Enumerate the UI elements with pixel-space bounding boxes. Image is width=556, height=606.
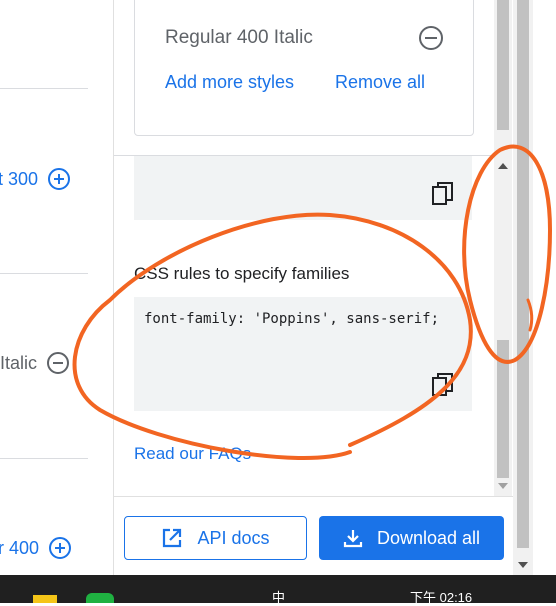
style-row-label: r 400 <box>0 537 40 558</box>
style-row-label: Italic <box>0 352 38 373</box>
scrollbar-thumb[interactable] <box>497 0 509 130</box>
scrollbar-thumb[interactable] <box>517 0 529 548</box>
download-all-button[interactable]: Download all <box>319 516 504 560</box>
clock[interactable]: 下午 02:16 <box>410 587 472 606</box>
copy-icon[interactable] <box>432 373 454 397</box>
add-circle-icon[interactable] <box>48 168 71 190</box>
scroll-down-arrow-icon[interactable] <box>498 483 508 489</box>
open-external-icon <box>163 528 182 548</box>
remove-all-button[interactable]: Remove all <box>335 72 425 93</box>
embed-code-box <box>134 156 472 220</box>
line-app-icon[interactable] <box>86 593 114 603</box>
style-row-300[interactable]: t 300 <box>0 168 71 190</box>
scroll-down-arrow-icon[interactable] <box>518 562 528 568</box>
selected-styles-card: Regular 400 Italic Add more styles Remov… <box>134 0 474 136</box>
css-rules-title: CSS rules to specify families <box>134 264 350 283</box>
divider <box>0 273 88 274</box>
style-row-italic[interactable]: Italic <box>0 352 70 374</box>
scroll-up-arrow-icon[interactable] <box>498 163 508 169</box>
style-row-400[interactable]: r 400 <box>0 537 72 559</box>
panel-scroll-area: Regular 400 Italic Add more styles Remov… <box>114 0 494 496</box>
taskbar: 中 下午 02:16 <box>0 575 556 606</box>
selected-families-panel: Regular 400 Italic Add more styles Remov… <box>113 0 514 576</box>
css-code-box: font-family: 'Poppins', sans-serif; <box>134 297 472 411</box>
remove-style-icon[interactable] <box>419 26 443 50</box>
api-docs-button[interactable]: API docs <box>124 516 307 560</box>
divider <box>0 88 88 89</box>
file-explorer-icon[interactable] <box>33 595 57 603</box>
copy-icon[interactable] <box>432 182 454 206</box>
divider <box>0 458 88 459</box>
selected-style-label: Regular 400 Italic <box>165 27 313 48</box>
faq-link[interactable]: Read our FAQs <box>134 444 251 464</box>
ime-indicator[interactable]: 中 <box>272 587 285 606</box>
css-code: font-family: 'Poppins', sans-serif; <box>144 311 440 327</box>
add-more-styles-button[interactable]: Add more styles <box>165 72 294 93</box>
add-circle-icon[interactable] <box>49 537 72 559</box>
scrollbar-thumb[interactable] <box>497 340 509 478</box>
font-style-list: t 300 Italic r 400 <box>0 0 113 575</box>
panel-scrollbar[interactable] <box>494 0 512 496</box>
panel-footer: API docs Download all <box>114 496 514 576</box>
api-docs-label: API docs <box>197 527 270 548</box>
page-scrollbar[interactable] <box>513 0 533 575</box>
style-row-label: t 300 <box>0 168 39 189</box>
download-all-label: Download all <box>376 527 481 548</box>
download-icon <box>343 530 363 548</box>
remove-circle-icon[interactable] <box>47 352 70 374</box>
